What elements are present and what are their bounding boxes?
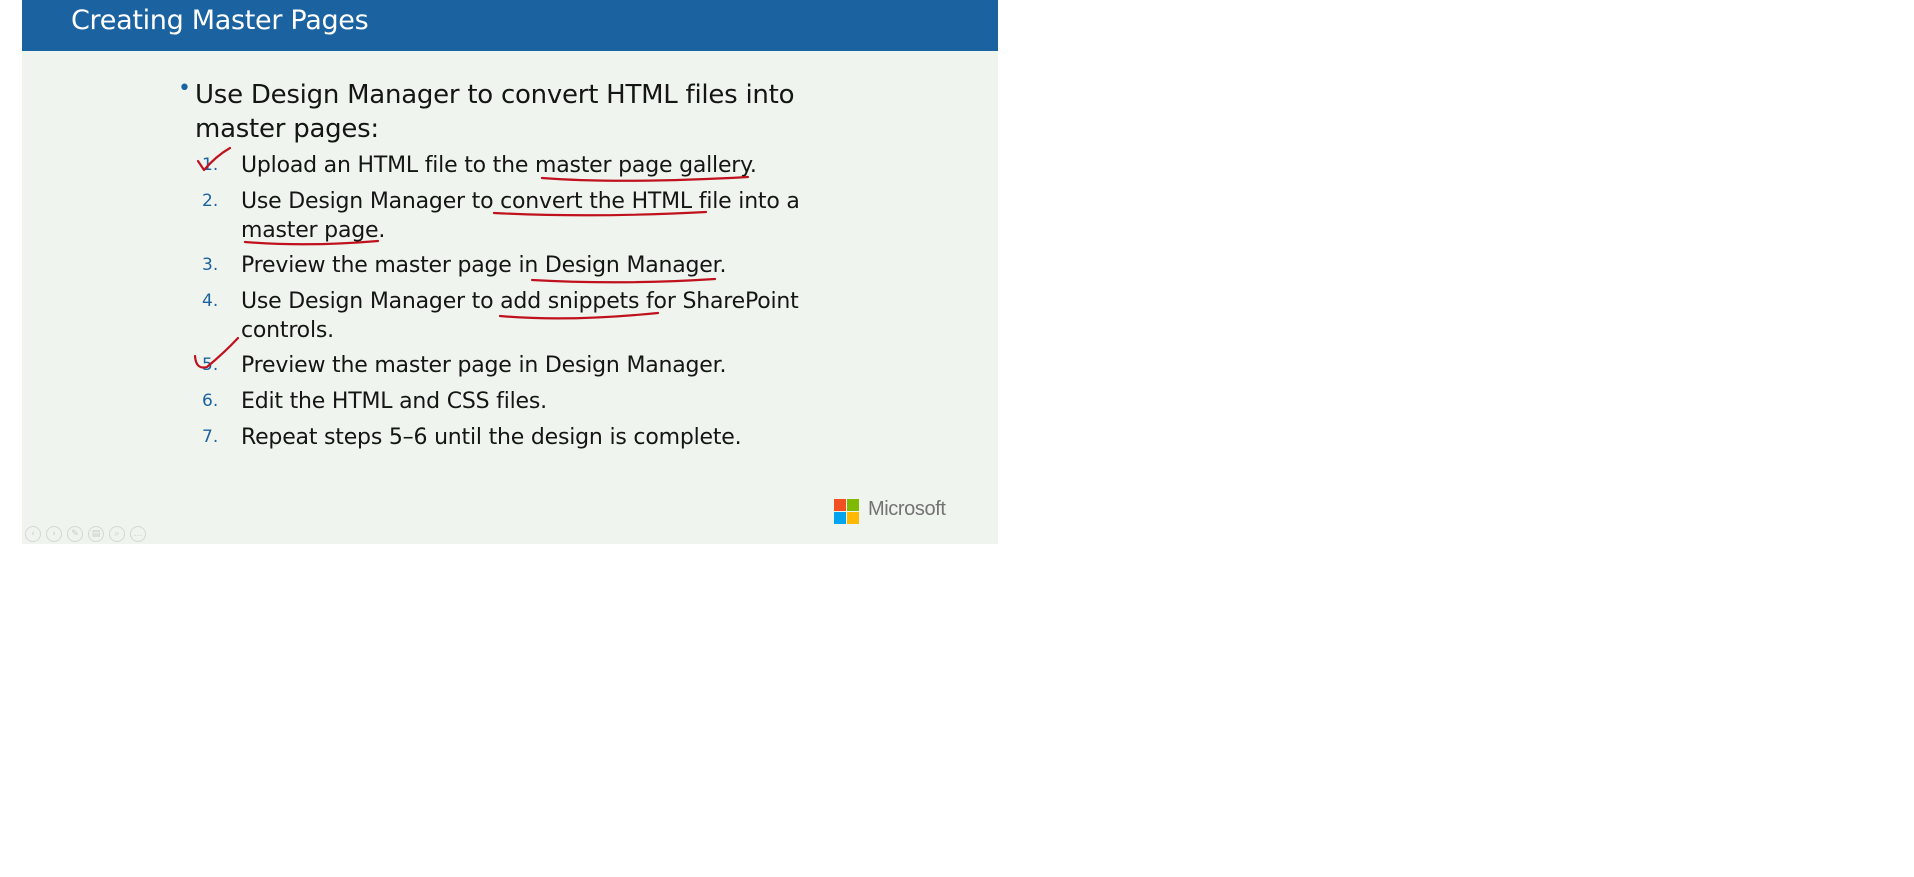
main-bullet: Use Design Manager to convert HTML files… [195, 80, 795, 144]
step-number: 6. [202, 391, 219, 411]
more-icon[interactable]: … [130, 526, 146, 542]
step-number: 7. [202, 427, 219, 447]
title-bar: Creating Master Pages [22, 0, 998, 51]
previous-slide-icon[interactable]: ‹ [25, 526, 41, 542]
step-text: Use Design Manager to add snippets for S… [241, 289, 799, 343]
step-number: 5. [202, 355, 219, 375]
step-number: 3. [202, 255, 219, 275]
bullet-dot: • [178, 76, 191, 101]
step-text: Upload an HTML file to the master page g… [241, 153, 757, 178]
slide-title: Creating Master Pages [71, 5, 369, 36]
step-text: Preview the master page in Design Manage… [241, 353, 727, 378]
zoom-icon[interactable]: ⌕ [109, 526, 125, 542]
logo-square-green [847, 499, 859, 511]
highlighter-icon[interactable]: ▤ [88, 526, 104, 542]
step-text: Repeat steps 5–6 until the design is com… [241, 425, 742, 450]
step-number: 1. [202, 155, 219, 175]
logo-square-yellow [847, 512, 859, 524]
step-text: Edit the HTML and CSS files. [241, 389, 547, 414]
step-text: Use Design Manager to convert the HTML f… [241, 189, 800, 243]
step-number: 4. [202, 291, 219, 311]
step-text: Preview the master page in Design Manage… [241, 253, 727, 278]
brand-name: Microsoft [868, 498, 946, 520]
step-number: 2. [202, 191, 219, 211]
logo-square-blue [834, 512, 846, 524]
next-slide-icon[interactable]: › [46, 526, 62, 542]
slide: Creating Master Pages • Use Design Manag… [22, 0, 998, 544]
slide-controls: ‹ › ✎ ▤ ⌕ … [25, 526, 146, 542]
pen-icon[interactable]: ✎ [67, 526, 83, 542]
logo-square-red [834, 499, 846, 511]
